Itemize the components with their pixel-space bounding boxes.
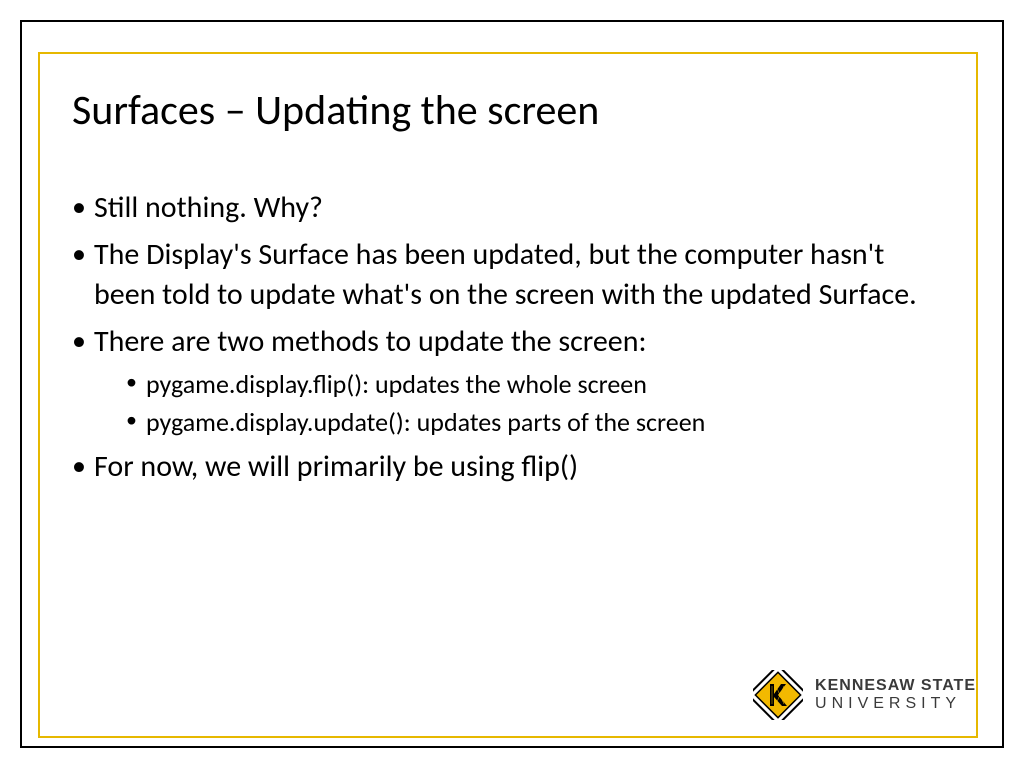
sub-bullet-text: pygame.display.flip(): updates the whole… bbox=[146, 368, 647, 400]
list-item: pygame.display.flip(): updates the whole… bbox=[126, 366, 952, 404]
list-item: For now, we will primarily be using flip… bbox=[72, 447, 952, 488]
bullet-text: Still nothing. Why? bbox=[94, 189, 323, 226]
logo-line-1: KENNESAW STATE bbox=[815, 678, 976, 694]
logo-line-2: UNIVERSITY bbox=[815, 696, 976, 712]
logo-text: KENNESAW STATE UNIVERSITY bbox=[815, 678, 976, 712]
sub-bullet-text: pygame.display.update(): updates parts o… bbox=[146, 406, 705, 438]
list-item: There are two methods to update the scre… bbox=[72, 322, 952, 442]
bullet-text: For now, we will primarily be using flip… bbox=[94, 448, 578, 485]
bullet-text: There are two methods to update the scre… bbox=[94, 323, 647, 360]
bullet-text: The Display's Surface has been updated, … bbox=[94, 236, 917, 314]
ksu-logo-icon bbox=[753, 670, 803, 720]
list-item: The Display's Surface has been updated, … bbox=[72, 235, 952, 316]
slide-content: Surfaces – Updating the screen Still not… bbox=[72, 85, 952, 494]
sub-bullet-list: pygame.display.flip(): updates the whole… bbox=[94, 366, 952, 441]
bullet-list: Still nothing. Why? The Display's Surfac… bbox=[72, 188, 952, 488]
university-logo: KENNESAW STATE UNIVERSITY bbox=[753, 670, 976, 720]
list-item: pygame.display.update(): updates parts o… bbox=[126, 404, 952, 442]
list-item: Still nothing. Why? bbox=[72, 188, 952, 229]
slide-title: Surfaces – Updating the screen bbox=[72, 85, 952, 136]
